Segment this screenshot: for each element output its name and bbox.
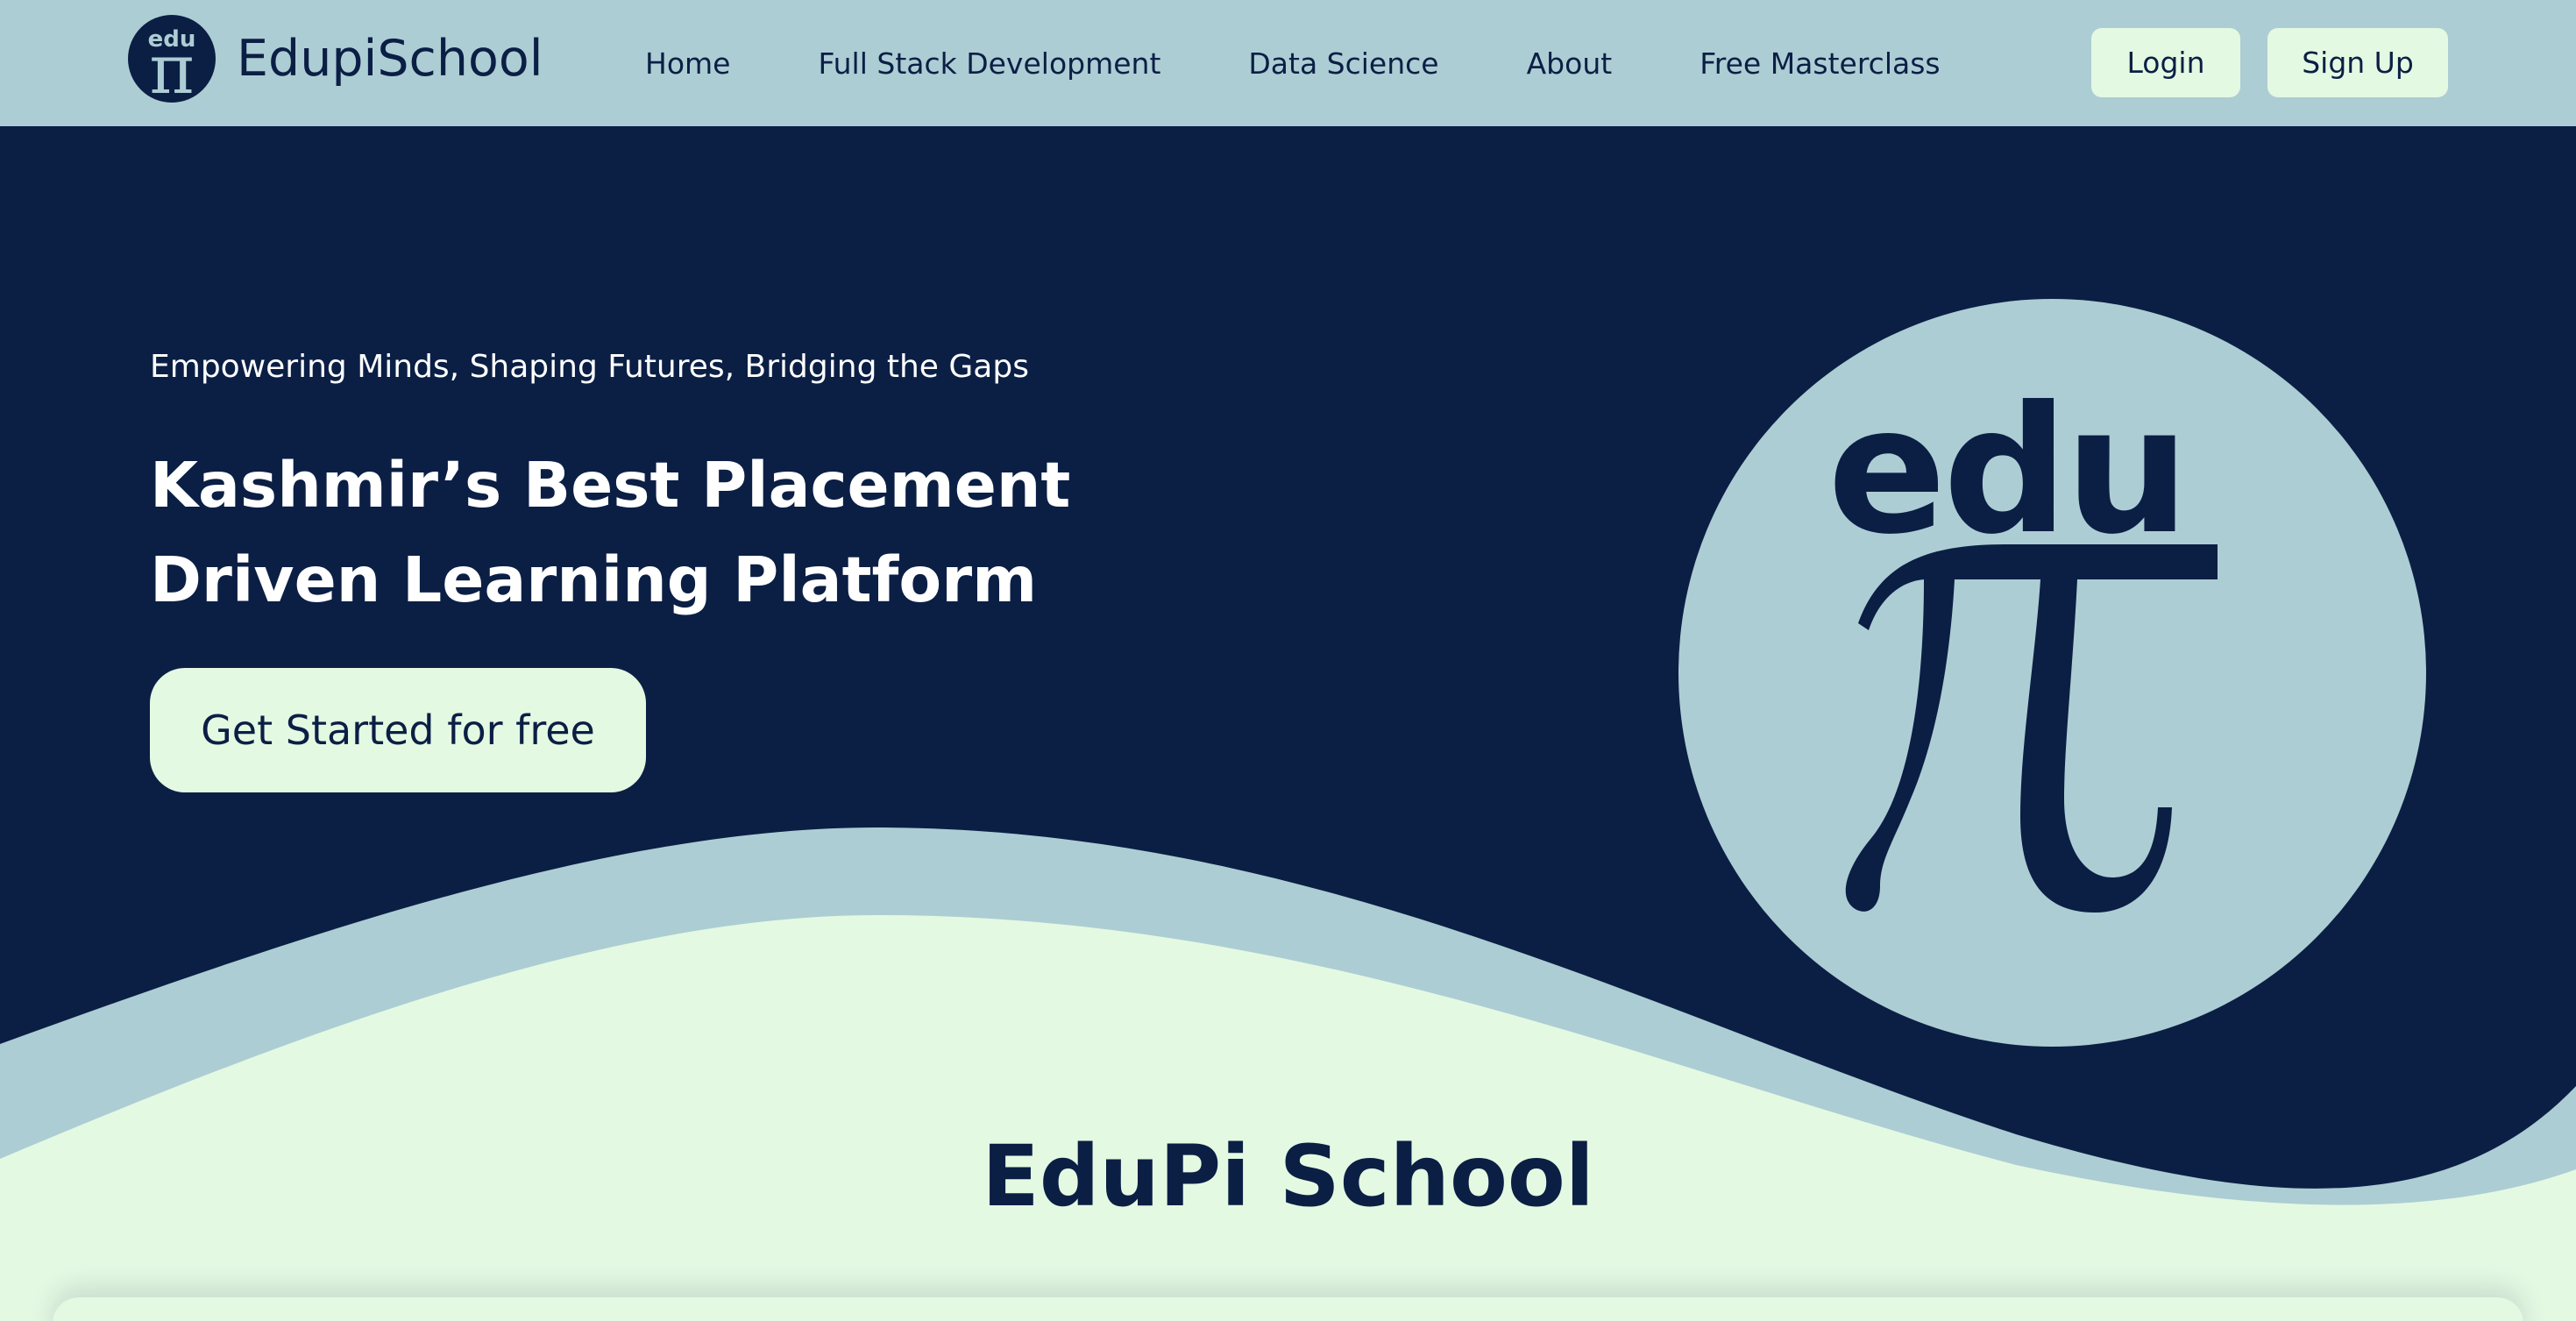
content-card-edge xyxy=(53,1297,2523,1321)
brand-name[interactable]: EdupiSchool xyxy=(237,30,543,88)
hero-tagline: Empowering Minds, Shaping Futures, Bridg… xyxy=(150,349,1029,385)
section-title: EduPi School xyxy=(982,1127,1594,1225)
nav-link-about[interactable]: About xyxy=(1527,46,1613,81)
hero-title: Kashmir’s Best Placement Driven Learning… xyxy=(150,438,1202,628)
logo-icon[interactable]: edu π xyxy=(128,15,216,110)
pi-symbol-shape xyxy=(1845,544,2218,913)
nav-link-free-masterclass[interactable]: Free Masterclass xyxy=(1700,46,1940,81)
nav-link-data-science[interactable]: Data Science xyxy=(1248,46,1438,81)
top-nav: edu π EdupiSchool Home Full Stack Develo… xyxy=(0,0,2576,126)
page: edu π EdupiSchool Home Full Stack Develo… xyxy=(0,0,2576,1321)
pi-icon xyxy=(1845,544,2218,913)
login-button[interactable]: Login xyxy=(2091,28,2240,97)
signup-button[interactable]: Sign Up xyxy=(2267,28,2448,97)
brand[interactable]: edu π EdupiSchool xyxy=(128,15,543,110)
nav-links: Home Full Stack Development Data Science… xyxy=(645,0,1941,126)
hero-title-line-1: Kashmir’s Best Placement xyxy=(150,449,1071,522)
hero-logo: edu xyxy=(1678,299,2426,1047)
logo-pi-symbol: π xyxy=(149,31,195,110)
nav-link-full-stack-development[interactable]: Full Stack Development xyxy=(818,46,1160,81)
hero-title-line-2: Driven Learning Platform xyxy=(150,543,1038,616)
nav-link-home[interactable]: Home xyxy=(645,46,730,81)
get-started-button[interactable]: Get Started for free xyxy=(150,668,646,792)
